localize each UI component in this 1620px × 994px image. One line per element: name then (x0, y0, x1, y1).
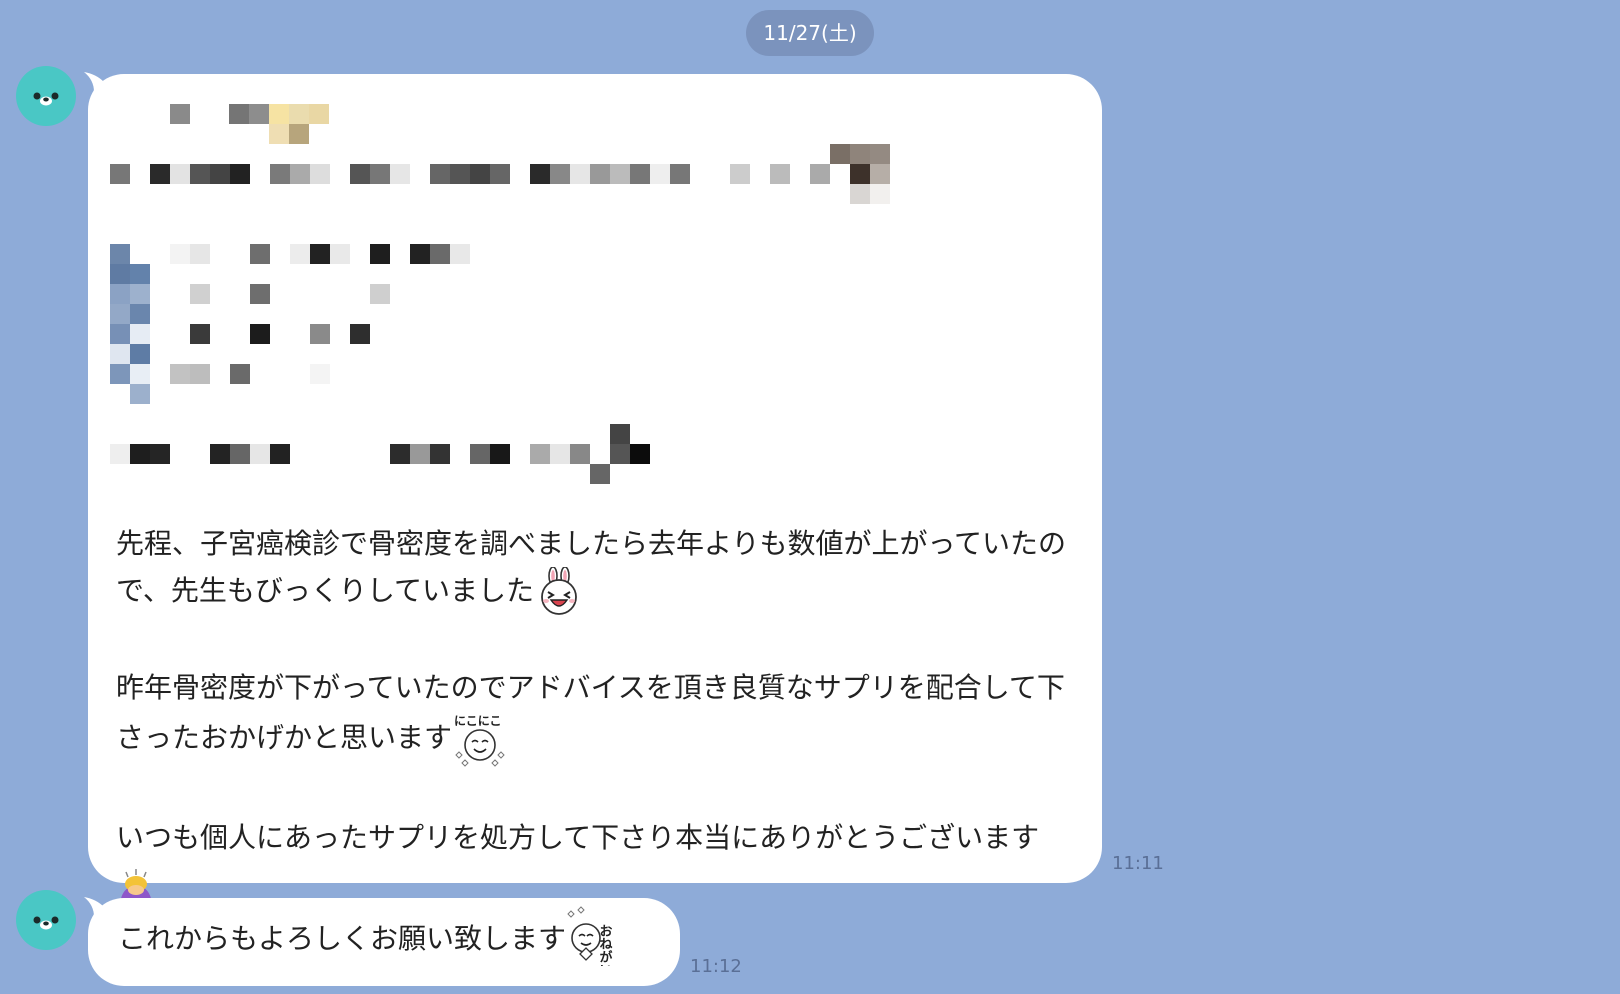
chat-screen: { "chat": { "date_label": "11/27(土)", "m… (0, 0, 1620, 994)
message-text: 先程、子宮癌検診で骨密度を調べましたら去年よりも数値が上がっていたので、先生もび… (116, 520, 1076, 908)
sticker-caption: おねがい (597, 924, 613, 966)
message-bubble[interactable]: これからもよろしくお願い致します おねがい (88, 898, 680, 986)
bear-face-icon (33, 92, 59, 106)
sticker-caption: にこにこ (454, 714, 502, 728)
onegai-sticker-icon: おねがい (567, 906, 613, 966)
bear-face-icon (33, 916, 59, 930)
message-timestamp: 11:11 (1112, 853, 1164, 874)
bunny-laughing-sticker-icon (541, 567, 577, 615)
sender-avatar[interactable] (16, 890, 76, 950)
nikoniko-sticker-icon: にこにこ (454, 714, 505, 767)
sender-avatar[interactable] (16, 66, 76, 126)
message-text: これからもよろしくお願い致します おねがい (118, 906, 678, 966)
message-bubble[interactable]: 先程、子宮癌検診で骨密度を調べましたら去年よりも数値が上がっていたので、先生もび… (88, 74, 1102, 904)
redacted-content (110, 104, 890, 484)
message-2-text: これからもよろしくお願い致します (118, 922, 567, 955)
paragraph-2: 昨年骨密度が下がっていたのでアドバイスを頂き良質なサプリを配合して下さったおかげ… (116, 671, 1065, 754)
paragraph-3: いつも個人にあったサプリを処方して下さり本当にありがとうございます (116, 821, 1040, 854)
message-timestamp: 11:12 (690, 956, 742, 977)
paragraph-1: 先程、子宮癌検診で骨密度を調べましたら去年よりも数値が上がっていたので、先生もび… (116, 527, 1067, 607)
date-separator: 11/27(土) (746, 10, 874, 56)
